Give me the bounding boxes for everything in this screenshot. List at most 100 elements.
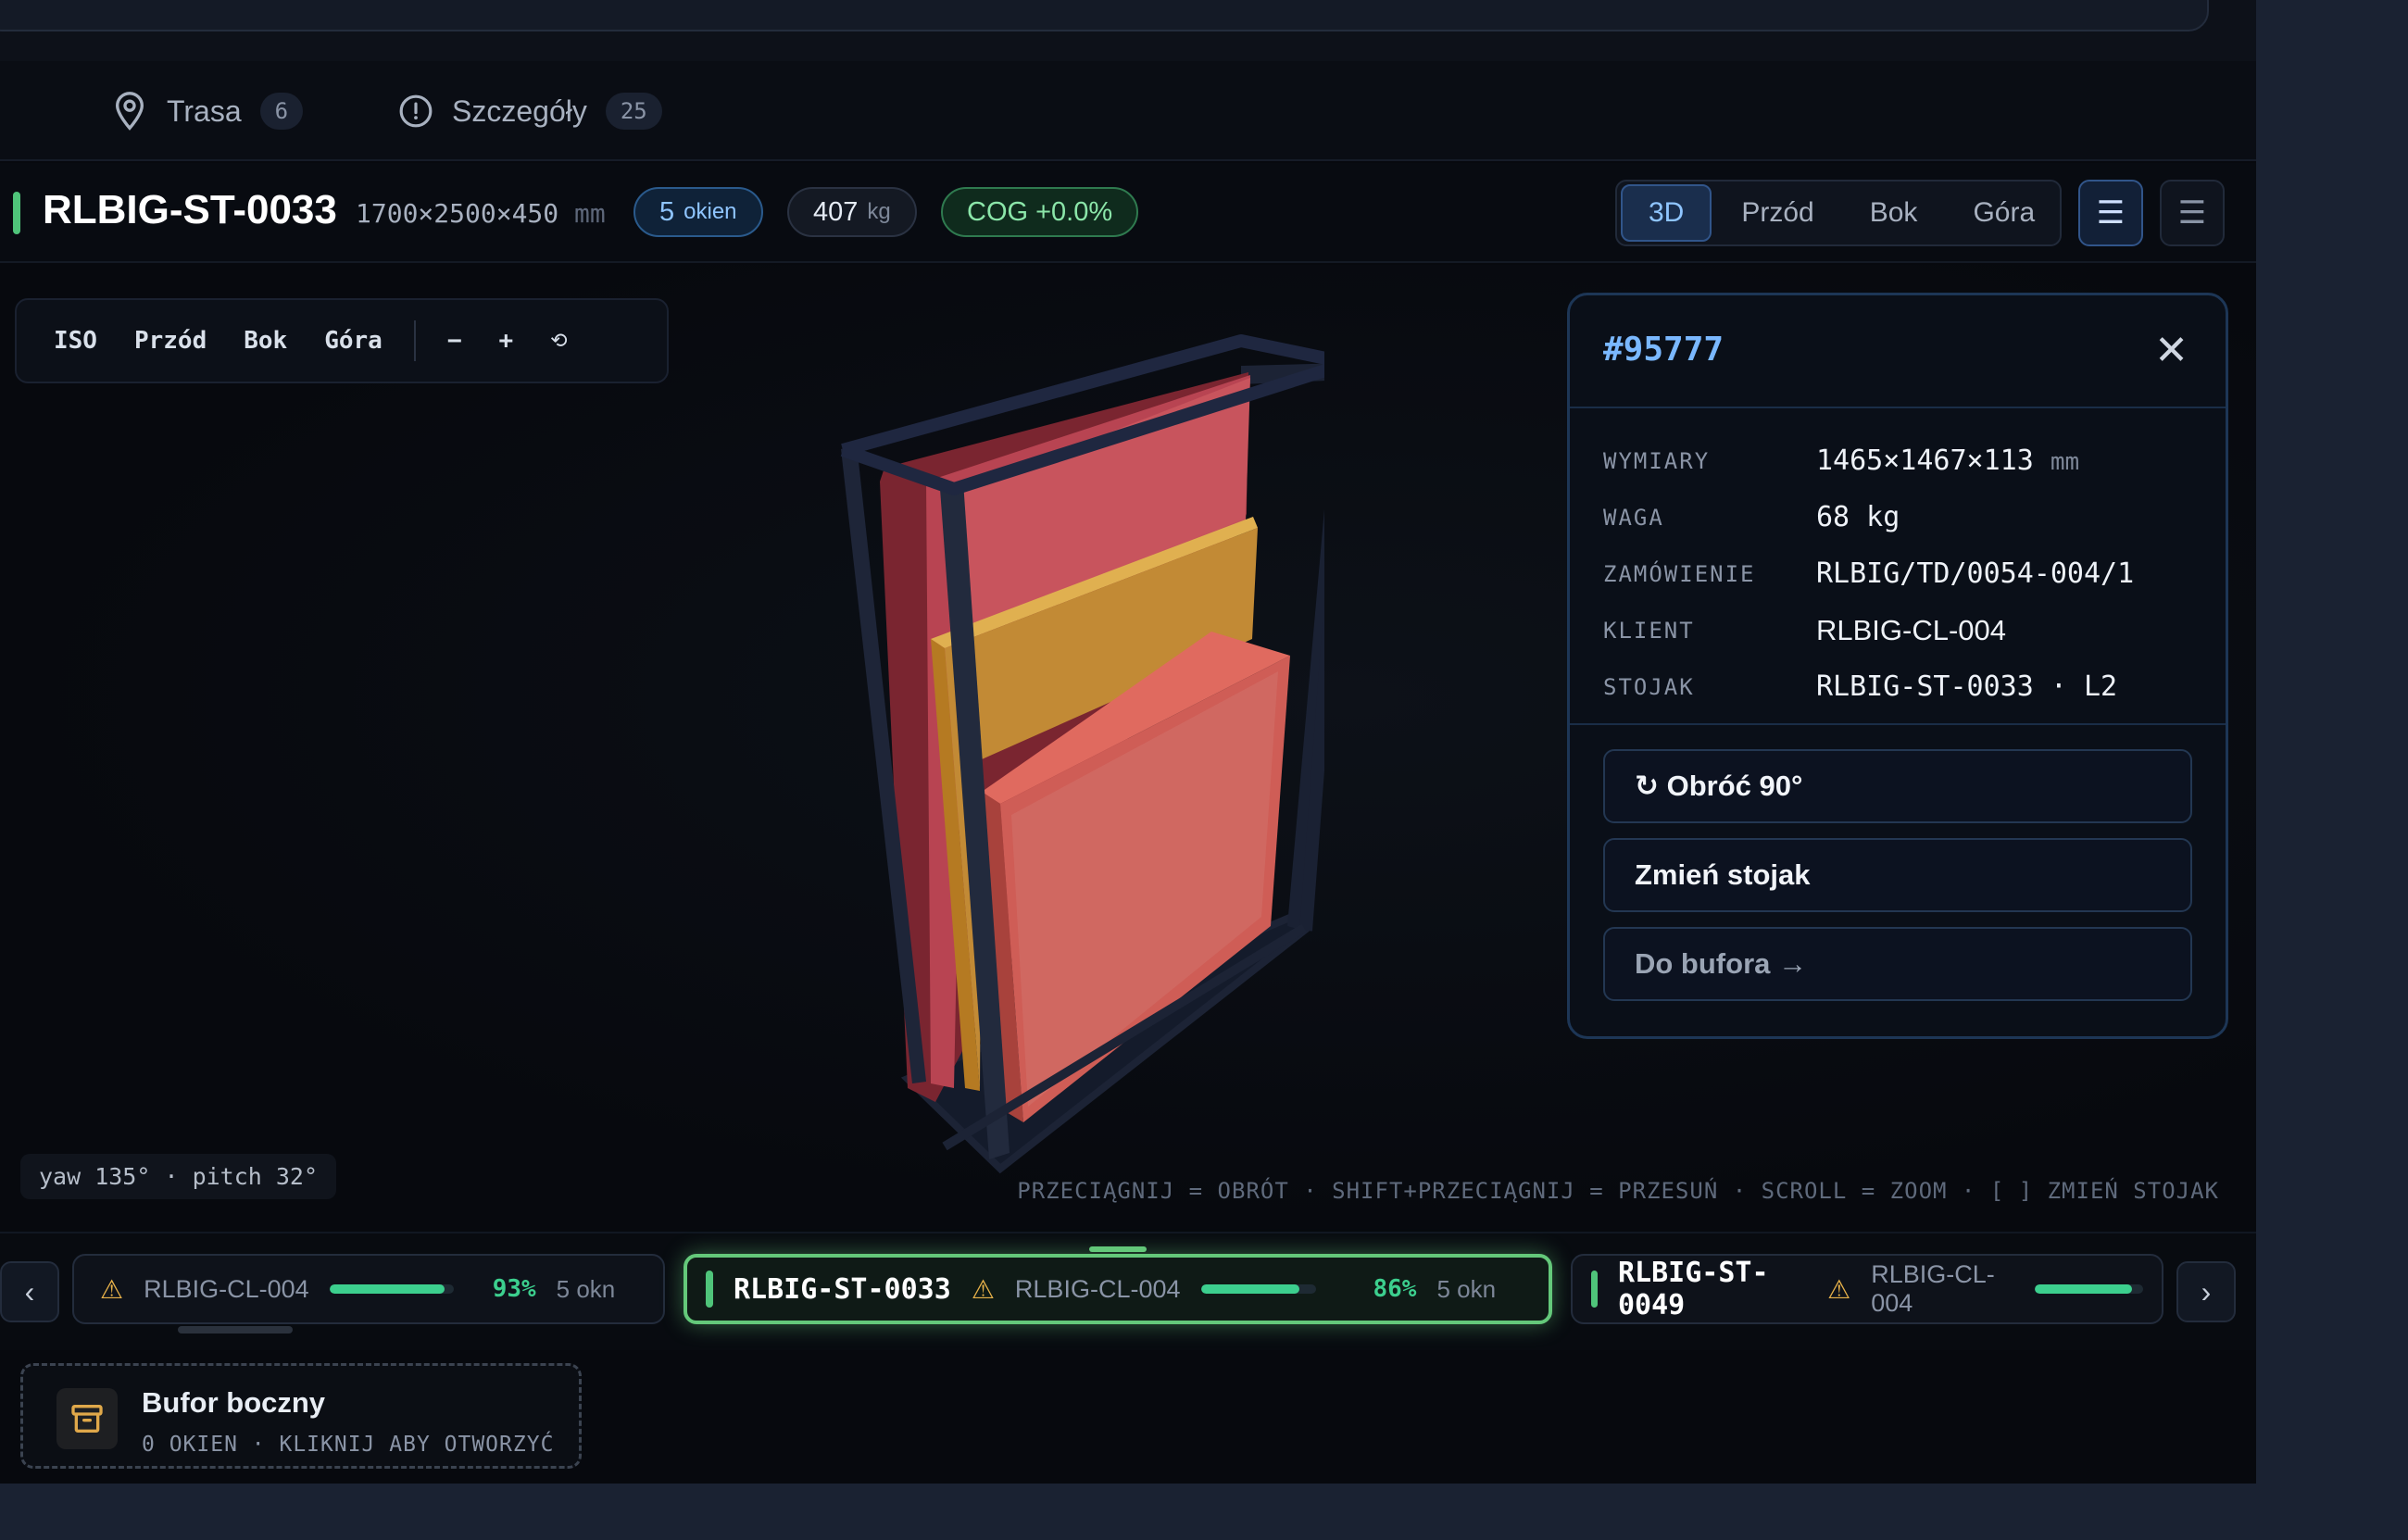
detail-key: WYMIARY <box>1603 447 1711 474</box>
detail-value: 68 kg <box>1816 501 1900 533</box>
detail-row-order: ZAMÓWIENIE RLBIG/TD/0054-004/1 <box>1603 545 2192 602</box>
detail-actions: ↻ Obróć 90° Zmień stojak Do bufora → <box>1570 725 2226 1036</box>
detail-value: RLBIG-ST-0033 · L2 <box>1816 670 2118 703</box>
dimensions-value: 1465×1467×113 <box>1816 444 2034 477</box>
rack-status-accent <box>13 192 20 234</box>
rack-dimensions: 1700×2500×450 mm <box>356 198 606 229</box>
warning-icon: ⚠ <box>971 1274 995 1304</box>
view-mode-front[interactable]: Przód <box>1715 184 1839 242</box>
detail-properties: WYMIARY 1465×1467×113 mm WAGA 68 kg ZAMÓ… <box>1570 408 2226 725</box>
detail-value: 1465×1467×113 mm <box>1816 444 2079 477</box>
rotate-90-button[interactable]: ↻ Obróć 90° <box>1603 749 2192 823</box>
page-background-bottom <box>0 1484 2256 1540</box>
app-window: 0 Trasa 6 Szczegóły 25 RLBIG-ST-0033 170… <box>0 0 2256 1484</box>
rack-title: RLBIG-ST-0033 <box>43 187 337 232</box>
move-to-buffer-button[interactable]: Do bufora → <box>1603 927 2192 1001</box>
side-buffer-card[interactable]: Bufor boczny 0 OKIEN · KLIKNIJ ABY OTWOR… <box>20 1363 582 1469</box>
camera-top-button[interactable]: Góra <box>306 327 401 355</box>
rack-fill-bar <box>1200 1284 1316 1294</box>
detail-key: KLIENT <box>1603 617 1695 644</box>
map-pin-icon <box>115 92 144 131</box>
tab-route-count: 6 <box>259 93 304 130</box>
chevron-left-icon[interactable]: ‹ <box>0 1261 59 1322</box>
rack-fill-bar-fill <box>329 1284 445 1294</box>
warning-icon: ⚠ <box>100 1274 124 1304</box>
dimensions-unit: mm <box>2050 448 2080 476</box>
change-rack-button[interactable]: Zmień stojak <box>1603 838 2192 912</box>
rack-window-count: 5 okn <box>1436 1274 1497 1303</box>
tab-details-count: 25 <box>605 93 662 130</box>
rack-carousel: ‹ ⚠ RLBIG-CL-004 93% 5 okn RLBIG-ST-0033… <box>0 1232 2256 1350</box>
rack-3d-render[interactable] <box>806 330 1324 1237</box>
tabs-row: 0 Trasa 6 Szczegóły 25 <box>0 61 2256 161</box>
rack-window-count: 5 okn <box>556 1274 616 1303</box>
rack-fill-bar-fill <box>1200 1284 1300 1294</box>
camera-iso-button[interactable]: ISO <box>35 327 116 355</box>
close-icon[interactable]: ✕ <box>2154 327 2189 374</box>
detail-row-rack: STOJAK RLBIG-ST-0033 · L2 <box>1603 658 2192 715</box>
more-menu-button[interactable]: ☰ <box>2160 180 2225 246</box>
rack-dimensions-value: 1700×2500×450 <box>356 198 559 229</box>
detail-row-weight: WAGA 68 kg <box>1603 489 2192 545</box>
windows-count-badge: 5 okien <box>633 187 763 237</box>
page-background-right <box>2256 0 2408 1540</box>
warning-icon: ⚠ <box>1827 1274 1851 1304</box>
view-mode-3d[interactable]: 3D <box>1621 184 1712 242</box>
rack-header: RLBIG-ST-0033 1700×2500×450 mm 5 okien 4… <box>0 163 2256 263</box>
view-mode-side[interactable]: Bok <box>1844 184 1944 242</box>
active-card-indicator <box>1089 1246 1147 1252</box>
reset-view-button[interactable]: ⟲ <box>532 330 585 353</box>
detail-value: RLBIG-CL-004 <box>1816 613 2007 646</box>
top-search-field[interactable] <box>0 0 2209 31</box>
cog-badge: COG +0.0% <box>941 187 1139 237</box>
windows-count-label: okien <box>684 199 737 224</box>
zoom-out-button[interactable]: − <box>429 327 481 355</box>
detail-key: ZAMÓWIENIE <box>1603 560 1756 587</box>
rack-card-title: RLBIG-ST-0033 <box>734 1272 951 1306</box>
carousel-scroll-indicator[interactable] <box>178 1326 293 1333</box>
detail-row-client: KLIENT RLBIG-CL-004 <box>1603 602 2192 658</box>
list-view-button[interactable]: ☰ <box>2078 180 2143 246</box>
menu-icon: ☰ <box>2177 195 2207 231</box>
rack-dimensions-unit: mm <box>574 198 606 229</box>
top-bar <box>0 0 2256 61</box>
rack-card-active[interactable]: RLBIG-ST-0033 ⚠ RLBIG-CL-004 86% 5 okn <box>684 1254 1552 1324</box>
camera-side-button[interactable]: Bok <box>225 327 306 355</box>
rack-card-client: RLBIG-CL-004 <box>144 1274 309 1303</box>
weight-unit: kg <box>867 199 891 224</box>
chevron-right-icon[interactable]: › <box>2176 1261 2236 1322</box>
rack-card[interactable]: ⚠ RLBIG-CL-004 93% 5 okn <box>72 1254 665 1324</box>
toolbar-divider <box>413 320 416 361</box>
window-detail-panel: #95777 ✕ WYMIARY 1465×1467×113 mm WAGA 6… <box>1567 293 2228 1039</box>
menu-icon: ☰ <box>2096 195 2126 231</box>
detail-row-dimensions: WYMIARY 1465×1467×113 mm <box>1603 432 2192 489</box>
camera-readout: yaw 135° · pitch 32° <box>20 1154 337 1199</box>
side-buffer-title: Bufor boczny <box>142 1386 326 1419</box>
view-mode-top[interactable]: Góra <box>1947 184 2061 242</box>
info-circle-icon <box>399 94 433 128</box>
rack-card-accent <box>706 1271 713 1308</box>
detail-value: RLBIG/TD/0054-004/1 <box>1816 557 2135 590</box>
tab-route[interactable]: Trasa 6 <box>111 85 304 137</box>
windows-count-value: 5 <box>659 196 675 227</box>
weight-value: 407 <box>813 196 859 227</box>
zoom-in-button[interactable]: + <box>481 327 533 355</box>
rack-card-client: RLBIG-CL-004 <box>1014 1274 1181 1303</box>
rack-fill-bar-fill <box>2035 1284 2133 1294</box>
rack-fill-percent: 86% <box>1373 1275 1417 1303</box>
window-id: #95777 <box>1603 331 1724 369</box>
tab-route-label: Trasa <box>167 94 242 128</box>
rack-card[interactable]: RLBIG-ST-0049 ⚠ RLBIG-CL-004 <box>1571 1254 2163 1324</box>
tab-details-label: Szczegóły <box>452 94 587 128</box>
rack-card-accent <box>1591 1271 1598 1308</box>
rack-card-client: RLBIG-CL-004 <box>1871 1260 1995 1317</box>
side-buffer-subtitle: 0 OKIEN · KLIKNIJ ABY OTWORZYĆ <box>142 1433 555 1457</box>
controls-hint: PRZECIĄGNIJ = OBRÓT · SHIFT+PRZECIĄGNIJ … <box>1017 1178 2219 1204</box>
camera-toolbar: ISO Przód Bok Góra − + ⟲ <box>15 298 669 383</box>
camera-front-button[interactable]: Przód <box>116 327 225 355</box>
tab-details[interactable]: Szczegóły 25 <box>398 85 662 137</box>
rack-card-title: RLBIG-ST-0049 <box>1617 1257 1769 1321</box>
rack-fill-percent: 93% <box>492 1275 536 1303</box>
weight-badge: 407 kg <box>787 187 917 237</box>
archive-box-icon <box>56 1388 118 1449</box>
